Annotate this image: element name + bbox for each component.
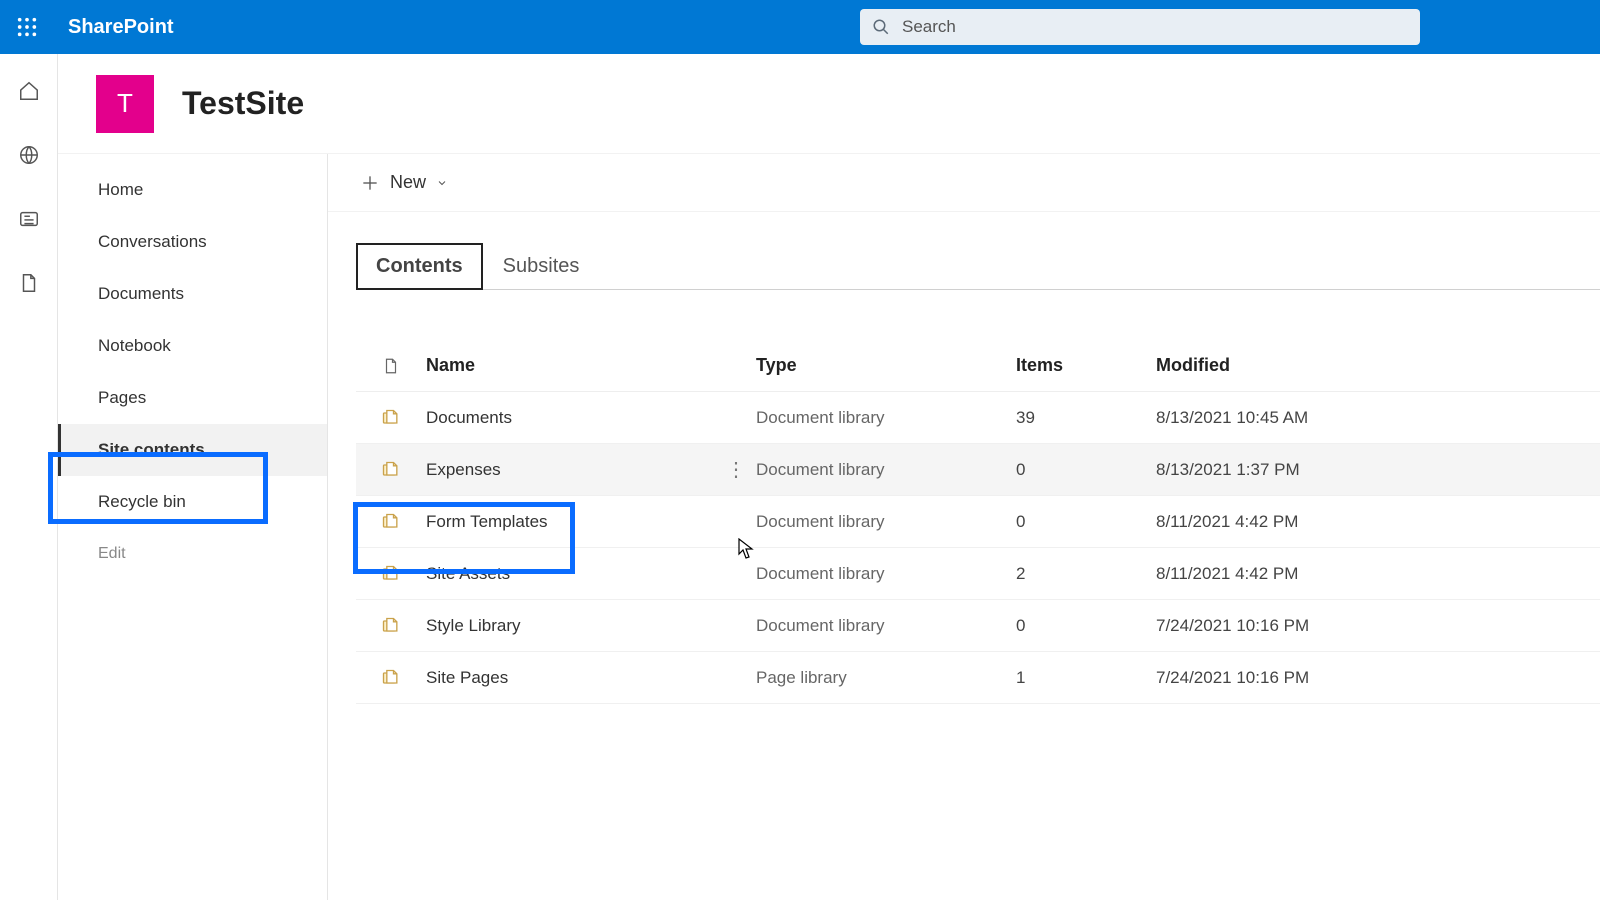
chevron-down-icon <box>436 177 448 189</box>
search-icon <box>872 18 890 36</box>
row-modified: 8/11/2021 4:42 PM <box>1156 564 1416 584</box>
sitenav-item-documents[interactable]: Documents <box>58 268 327 320</box>
tab-subsites[interactable]: Subsites <box>483 243 600 290</box>
column-header-modified[interactable]: Modified <box>1156 355 1416 376</box>
content-pane: New Contents Subsites Name Ty <box>328 154 1600 900</box>
row-items: 0 <box>1016 616 1156 636</box>
news-icon <box>18 208 40 230</box>
row-type: Page library <box>756 668 1016 688</box>
row-modified: 7/24/2021 10:16 PM <box>1156 668 1416 688</box>
row-modified: 8/11/2021 4:42 PM <box>1156 512 1416 532</box>
sitenav-item-notebook[interactable]: Notebook <box>58 320 327 372</box>
library-icon <box>356 616 426 636</box>
site-logo[interactable]: T <box>96 75 154 133</box>
row-type: Document library <box>756 564 1016 584</box>
list-row[interactable]: Documents Document library398/13/2021 10:… <box>356 392 1600 444</box>
row-items: 0 <box>1016 460 1156 480</box>
tab-contents[interactable]: Contents <box>356 243 483 290</box>
list-row[interactable]: Style Library Document library07/24/2021 … <box>356 600 1600 652</box>
library-icon <box>356 564 426 584</box>
contents-list: Name Type Items Modified DocumentsDocume… <box>356 340 1600 704</box>
site-title[interactable]: TestSite <box>182 85 304 122</box>
row-name[interactable]: Site Pages <box>426 668 716 688</box>
column-header-icon[interactable] <box>356 357 426 375</box>
app-launcher-button[interactable] <box>0 0 54 54</box>
column-header-type[interactable]: Type <box>756 355 1016 376</box>
list-row[interactable]: Site Assets Document library28/11/2021 4:… <box>356 548 1600 600</box>
suite-bar: SharePoint <box>0 0 1600 54</box>
rail-home-button[interactable] <box>12 74 46 108</box>
row-name[interactable]: Site Assets <box>426 564 716 584</box>
row-more-button[interactable]: ⋮ <box>716 457 756 482</box>
rail-news-button[interactable] <box>12 202 46 236</box>
column-header-name[interactable]: Name <box>426 355 716 376</box>
app-rail <box>0 54 58 900</box>
waffle-icon <box>16 16 38 38</box>
rail-global-button[interactable] <box>12 138 46 172</box>
row-items: 2 <box>1016 564 1156 584</box>
tabs: Contents Subsites <box>356 242 1600 290</box>
sitenav-edit-link[interactable]: Edit <box>58 528 327 580</box>
row-name[interactable]: Documents <box>426 408 716 428</box>
column-header-items[interactable]: Items <box>1016 355 1156 376</box>
list-row[interactable]: Expenses⋮Document library08/13/2021 1:37… <box>356 444 1600 496</box>
list-row[interactable]: Form Templates Document library08/11/2021… <box>356 496 1600 548</box>
row-name[interactable]: Style Library <box>426 616 716 636</box>
row-type: Document library <box>756 460 1016 480</box>
row-items: 39 <box>1016 408 1156 428</box>
doc-type-icon <box>382 357 400 375</box>
sitenav-item-pages[interactable]: Pages <box>58 372 327 424</box>
sitenav-item-recycle-bin[interactable]: Recycle bin <box>58 476 327 528</box>
sitenav-item-home[interactable]: Home <box>58 164 327 216</box>
row-name[interactable]: Form Templates <box>426 512 716 532</box>
new-button-label: New <box>390 172 426 193</box>
row-type: Document library <box>756 616 1016 636</box>
row-modified: 7/24/2021 10:16 PM <box>1156 616 1416 636</box>
row-name[interactable]: Expenses <box>426 460 716 480</box>
new-button[interactable]: New <box>356 166 452 199</box>
home-icon <box>18 80 40 102</box>
product-brand[interactable]: SharePoint <box>68 16 174 39</box>
search-input[interactable] <box>902 9 1420 45</box>
row-type: Document library <box>756 512 1016 532</box>
library-icon <box>356 512 426 532</box>
list-header: Name Type Items Modified <box>356 340 1600 392</box>
row-modified: 8/13/2021 1:37 PM <box>1156 460 1416 480</box>
list-row[interactable]: Site Pages Page library17/24/2021 10:16 P… <box>356 652 1600 704</box>
sitenav-item-conversations[interactable]: Conversations <box>58 216 327 268</box>
sitenav-item-site-contents[interactable]: Site contents <box>58 424 327 476</box>
row-type: Document library <box>756 408 1016 428</box>
row-items: 0 <box>1016 512 1156 532</box>
globe-icon <box>18 144 40 166</box>
plus-icon <box>360 173 380 193</box>
site-nav: Home Conversations Documents Notebook Pa… <box>58 154 328 900</box>
library-icon <box>356 460 426 480</box>
library-icon <box>356 408 426 428</box>
rail-files-button[interactable] <box>12 266 46 300</box>
file-icon <box>18 272 40 294</box>
search-box[interactable] <box>860 9 1420 45</box>
row-modified: 8/13/2021 10:45 AM <box>1156 408 1416 428</box>
library-icon <box>356 668 426 688</box>
row-items: 1 <box>1016 668 1156 688</box>
command-bar: New <box>328 154 1600 212</box>
site-header: T TestSite <box>58 54 1600 154</box>
